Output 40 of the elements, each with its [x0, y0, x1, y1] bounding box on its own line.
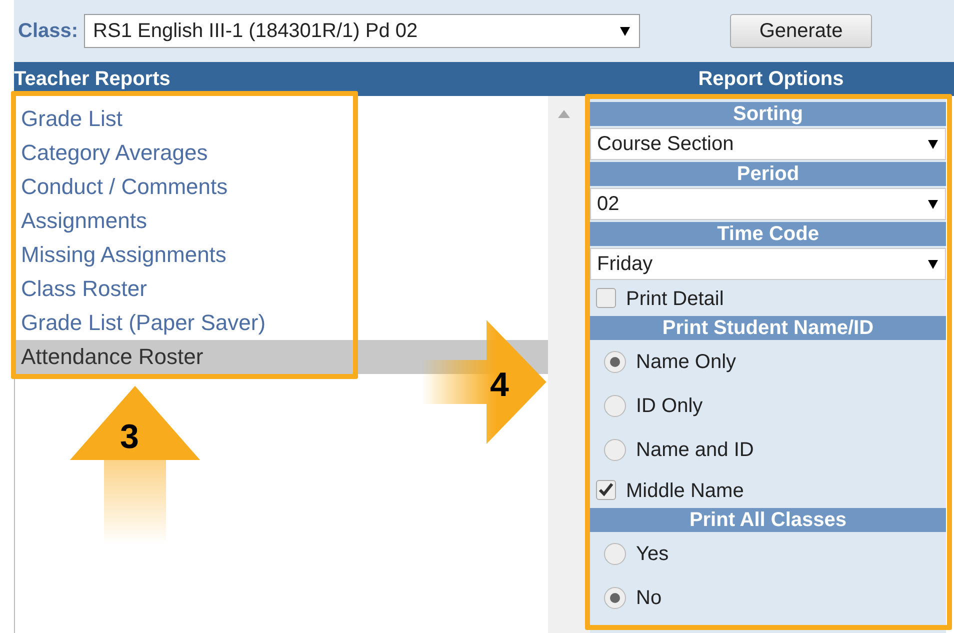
section-header: Time Code [590, 222, 946, 246]
dropdown-field[interactable]: 02 [590, 188, 946, 220]
radio-label: ID Only [636, 394, 703, 419]
checkbox[interactable] [596, 288, 616, 308]
dropdown-field[interactable]: Course Section [590, 128, 946, 160]
section-header: Sorting [590, 102, 946, 126]
radio-label: Name and ID [636, 438, 754, 463]
class-dropdown[interactable]: RS1 English III-1 (184301R/1) Pd 02 [84, 14, 640, 48]
radio-button[interactable] [604, 587, 626, 609]
radio-label: Yes [636, 542, 669, 567]
report-item[interactable]: Assignments [15, 204, 153, 238]
section-header: Print All Classes [590, 508, 946, 532]
radio-button[interactable] [604, 351, 626, 373]
panel-title: Report Options [697, 67, 845, 92]
checkbox-label: Middle Name [626, 479, 744, 504]
class-label: Class: [18, 19, 78, 44]
radio-button[interactable] [604, 439, 626, 461]
generate-button[interactable]: Generate [730, 14, 872, 48]
dropdown-caret-icon [619, 25, 632, 37]
radio-label: No [636, 586, 662, 611]
report-item[interactable]: Category Averages [15, 136, 214, 170]
dropdown-field[interactable]: Friday [590, 248, 946, 280]
report-item[interactable]: Grade List [15, 102, 128, 136]
report-item[interactable]: Missing Assignments [15, 238, 232, 272]
callout-number: 3 [120, 420, 139, 454]
scroll-up-icon[interactable] [558, 110, 570, 118]
panel-title: Teacher Reports [14, 67, 172, 92]
report-item[interactable]: Conduct / Comments [15, 170, 234, 204]
dropdown-caret-icon [927, 138, 939, 150]
dropdown-caret-icon [927, 258, 939, 270]
radio-label: Name Only [636, 350, 736, 375]
dropdown-caret-icon [927, 198, 939, 210]
radio-button[interactable] [604, 543, 626, 565]
report-item[interactable]: Class Roster [15, 272, 153, 306]
section-header: Print Student Name/ID [590, 316, 946, 340]
radio-button[interactable] [604, 395, 626, 417]
checkbox-label: Print Detail [626, 287, 724, 312]
checkbox[interactable] [596, 480, 616, 500]
report-item[interactable]: Grade List (Paper Saver) [15, 306, 272, 340]
section-header: Period [590, 162, 946, 186]
